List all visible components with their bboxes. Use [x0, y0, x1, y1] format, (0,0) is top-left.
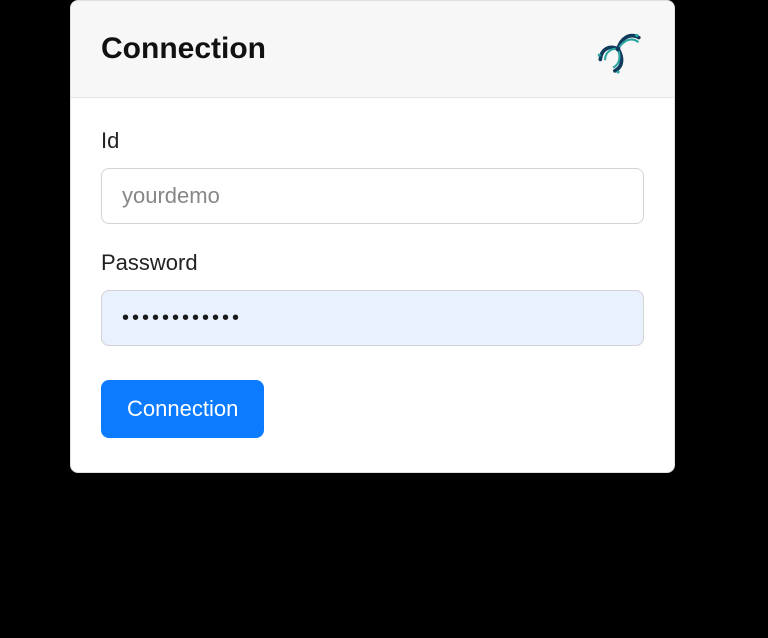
id-field-group: Id [101, 128, 644, 224]
password-field-group: Password [101, 250, 644, 346]
connection-card: Connection [70, 0, 675, 473]
password-label: Password [101, 250, 644, 276]
card-body: Id Password Connection [71, 98, 674, 472]
id-input[interactable] [101, 168, 644, 224]
card-title: Connection [101, 32, 266, 66]
card-header: Connection [71, 1, 674, 98]
connection-button[interactable]: Connection [101, 380, 264, 438]
password-input[interactable] [101, 290, 644, 346]
id-label: Id [101, 128, 644, 154]
turbine-logo-icon [592, 23, 644, 75]
